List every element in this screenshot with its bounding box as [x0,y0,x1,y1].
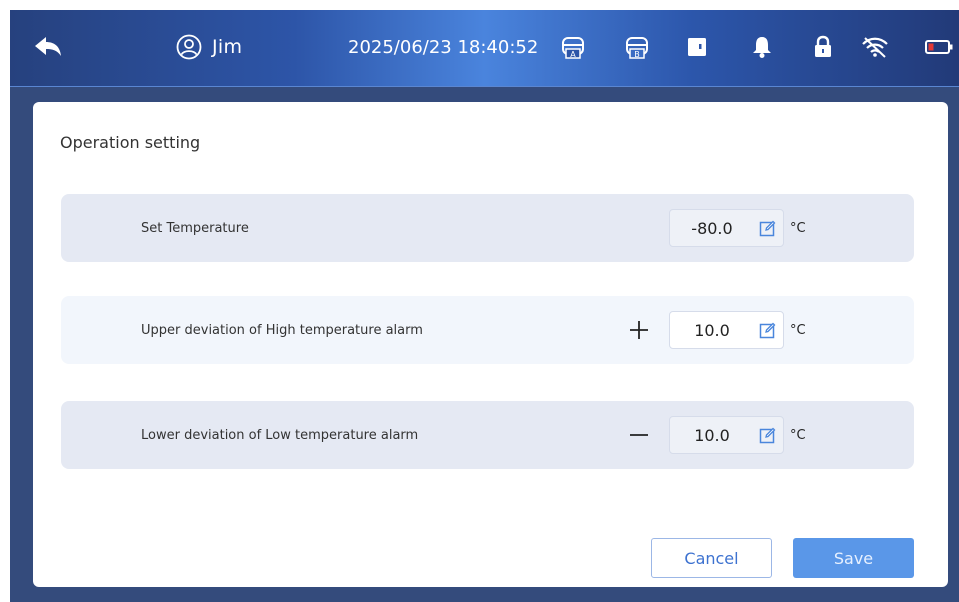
wifi-icon [862,37,888,58]
freezer-b-icon: B [626,37,648,59]
user-icon [176,34,202,60]
back-button[interactable] [32,32,64,62]
alarm-status[interactable] [747,33,777,61]
unit-label: °C [790,322,806,338]
setting-label: Set Temperature [141,220,249,236]
cancel-button[interactable]: Cancel [651,538,772,578]
battery-icon [925,40,953,54]
minus-icon [627,421,651,449]
door-status[interactable] [682,33,712,61]
lower-deviation-input[interactable]: 10.0 [669,416,784,454]
setting-label: Upper deviation of High temperature alar… [141,322,423,338]
freezer-b-status[interactable]: B [622,33,652,61]
lock-icon [815,35,831,57]
svg-text:B: B [634,50,640,59]
unit-label: °C [790,427,806,443]
bell-icon [753,37,771,58]
setting-value: 10.0 [694,320,730,340]
plus-icon [627,316,651,344]
set-temperature-row: Set Temperature -80.0 °C [61,194,914,262]
back-arrow-icon [35,37,61,56]
operation-setting-panel: Operation setting Set Temperature -80.0 … [33,102,948,587]
device-screen: Jim 2025/06/23 18:40:52 A B Operation se… [10,10,959,602]
lock-status[interactable] [808,33,838,61]
edit-icon[interactable] [759,322,776,339]
set-temperature-input[interactable]: -80.0 [669,209,784,247]
datetime-display: 2025/06/23 18:40:52 [348,36,539,58]
setting-value: -80.0 [691,218,733,238]
user-indicator[interactable]: Jim [176,32,242,62]
save-button[interactable]: Save [793,538,914,578]
panel-title: Operation setting [60,133,201,152]
wifi-status[interactable] [860,33,890,61]
freezer-a-status[interactable]: A [558,33,588,61]
freezer-a-icon: A [562,37,584,59]
edit-icon[interactable] [759,220,776,237]
svg-text:A: A [570,50,576,59]
unit-label: °C [790,220,806,236]
edit-icon[interactable] [759,427,776,444]
upper-deviation-input[interactable]: 10.0 [669,311,784,349]
door-icon [688,38,706,56]
upper-deviation-row: Upper deviation of High temperature alar… [61,296,914,364]
user-name: Jim [212,36,243,58]
setting-label: Lower deviation of Low temperature alarm [141,427,419,443]
setting-value: 10.0 [694,425,730,445]
lower-deviation-row: Lower deviation of Low temperature alarm… [61,401,914,469]
status-bar: Jim 2025/06/23 18:40:52 A B [10,10,959,87]
battery-status[interactable] [922,33,956,61]
